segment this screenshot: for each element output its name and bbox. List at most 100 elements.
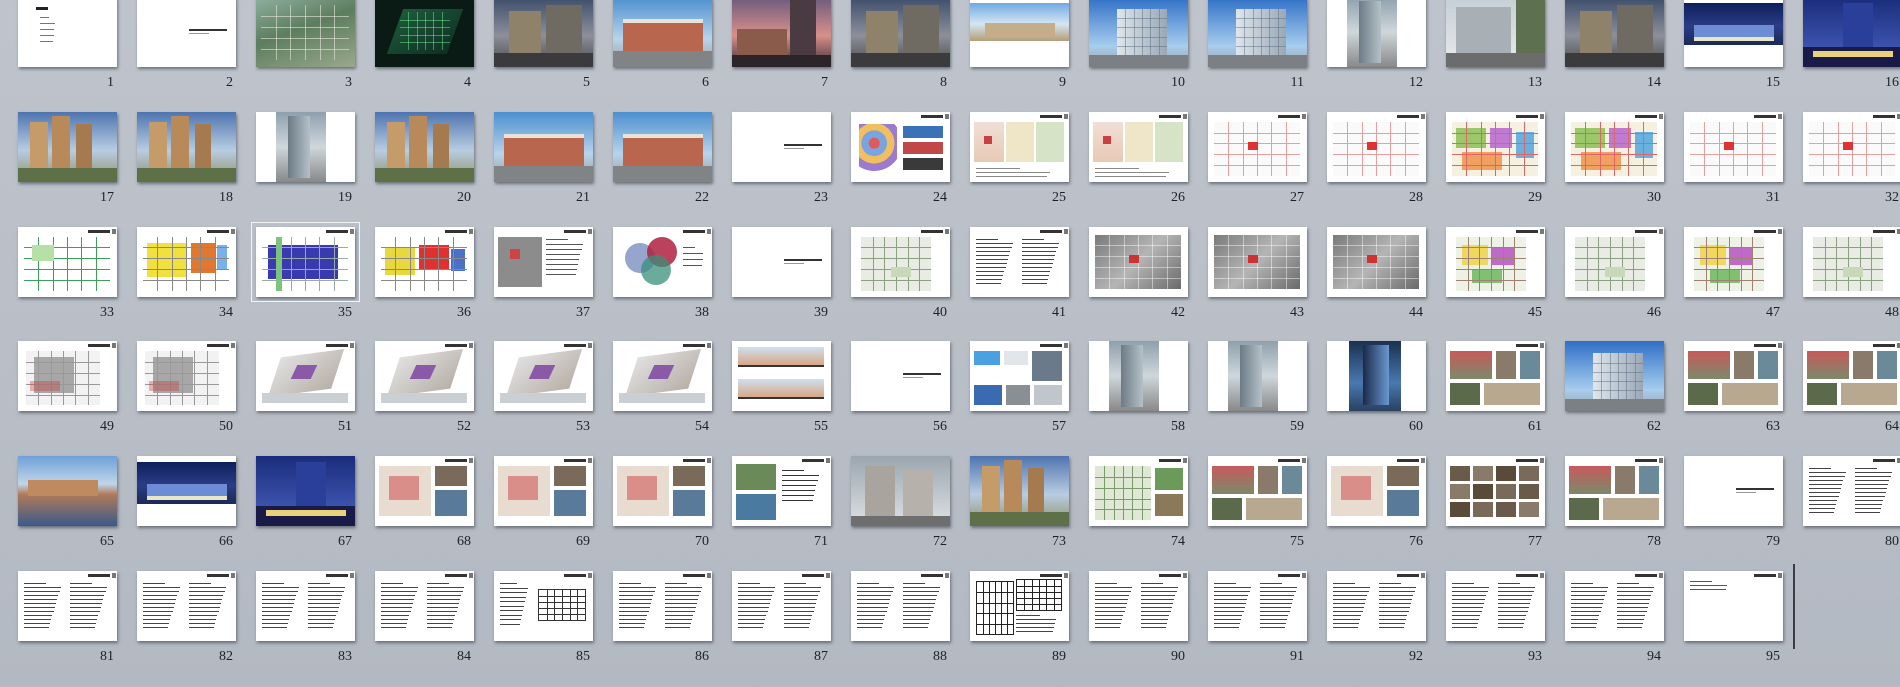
slide-thumbnail-42[interactable]: 42 (1089, 226, 1208, 331)
slide-thumbnail-85[interactable]: 85 (494, 571, 613, 675)
slide-thumbnail-94[interactable]: 94 (1565, 571, 1684, 675)
slide-thumbnail-21[interactable]: 21 (494, 111, 613, 216)
slide-thumbnail-89[interactable]: 89 (970, 571, 1089, 675)
slide-thumbnail-35[interactable]: 35 (251, 221, 375, 331)
slide-thumbnail-59[interactable]: 59 (1208, 341, 1327, 445)
slide-thumbnail-81[interactable]: 81 (18, 571, 137, 675)
slide-thumbnail-88[interactable]: 88 (851, 571, 970, 675)
slide-thumbnail-46[interactable]: 46 (1565, 226, 1684, 331)
slide-thumbnail-22[interactable]: 22 (613, 111, 732, 216)
slide-thumbnail-12[interactable]: 12 (1327, 0, 1446, 101)
slide-thumbnail-40[interactable]: 40 (851, 226, 970, 331)
slide-thumbnail-3[interactable]: 3 (256, 0, 375, 101)
slide-thumbnail-1[interactable]: 1 (18, 0, 137, 101)
slide-thumbnail-14[interactable]: 14 (1565, 0, 1684, 101)
slide-thumbnail-65[interactable]: 65 (18, 456, 137, 560)
slide-thumbnail-45[interactable]: 45 (1446, 226, 1565, 331)
slide-thumbnail-2[interactable]: 2 (137, 0, 256, 101)
slide-thumbnail-69[interactable]: 69 (494, 456, 613, 560)
slide-thumbnail-53[interactable]: 53 (494, 341, 613, 445)
slide-preview (851, 226, 950, 297)
slide-thumbnail-32[interactable]: 32 (1803, 111, 1900, 216)
slide-thumbnail-17[interactable]: 17 (18, 111, 137, 216)
slide-thumbnail-86[interactable]: 86 (613, 571, 732, 675)
slide-thumbnail-28[interactable]: 28 (1327, 111, 1446, 216)
slide-thumbnail-11[interactable]: 11 (1208, 0, 1327, 101)
slide-thumbnail-43[interactable]: 43 (1208, 226, 1327, 331)
slide-thumbnail-93[interactable]: 93 (1446, 571, 1565, 675)
slide-thumbnail-8[interactable]: 8 (851, 0, 970, 101)
slide-thumbnail-70[interactable]: 70 (613, 456, 732, 560)
slide-preview (1089, 341, 1188, 412)
slide-thumbnail-80[interactable]: 80 (1803, 456, 1900, 560)
slide-thumbnail-52[interactable]: 52 (375, 341, 494, 445)
slide-thumbnail-49[interactable]: 49 (18, 341, 137, 445)
slide-thumbnail-67[interactable]: 67 (256, 456, 375, 560)
slide-number: 63 (1766, 419, 1780, 435)
slide-thumbnail-47[interactable]: 47 (1684, 226, 1803, 331)
slide-thumbnail-4[interactable]: 4 (375, 0, 494, 101)
slide-thumbnail-95[interactable]: 95 (1684, 571, 1803, 675)
slide-thumbnail-37[interactable]: 37 (494, 226, 613, 331)
slide-thumbnail-38[interactable]: 38 (613, 226, 732, 331)
slide-thumbnail-16[interactable]: 16 (1803, 0, 1900, 101)
slide-thumbnail-87[interactable]: 87 (732, 571, 851, 675)
slide-thumbnail-75[interactable]: 75 (1208, 456, 1327, 560)
slide-thumbnail-41[interactable]: 41 (970, 226, 1089, 331)
slide-thumbnail-25[interactable]: 25 (970, 111, 1089, 216)
slide-thumbnail-24[interactable]: 24 (851, 111, 970, 216)
slide-thumbnail-27[interactable]: 27 (1208, 111, 1327, 216)
slide-thumbnail-6[interactable]: 6 (613, 0, 732, 101)
slide-thumbnail-68[interactable]: 68 (375, 456, 494, 560)
slide-thumbnail-76[interactable]: 76 (1327, 456, 1446, 560)
slide-thumbnail-44[interactable]: 44 (1327, 226, 1446, 331)
slide-thumbnail-48[interactable]: 48 (1803, 226, 1900, 331)
slide-thumbnail-57[interactable]: 57 (970, 341, 1089, 445)
slide-thumbnail-51[interactable]: 51 (256, 341, 375, 445)
slide-thumbnail-71[interactable]: 71 (732, 456, 851, 560)
slide-preview (1565, 111, 1664, 182)
slide-thumbnail-13[interactable]: 13 (1446, 0, 1565, 101)
slide-thumbnail-73[interactable]: 73 (970, 456, 1089, 560)
slide-thumbnail-9[interactable]: 9 (970, 0, 1089, 101)
slide-thumbnail-56[interactable]: 56 (851, 341, 970, 445)
slide-thumbnail-91[interactable]: 91 (1208, 571, 1327, 675)
slide-thumbnail-7[interactable]: 7 (732, 0, 851, 101)
slide-thumbnail-79[interactable]: 79 (1684, 456, 1803, 560)
slide-thumbnail-84[interactable]: 84 (375, 571, 494, 675)
slide-thumbnail-39[interactable]: 39 (732, 226, 851, 331)
slide-thumbnail-34[interactable]: 34 (137, 226, 256, 331)
slide-thumbnail-18[interactable]: 18 (137, 111, 256, 216)
slide-thumbnail-63[interactable]: 63 (1684, 341, 1803, 445)
slide-thumbnail-5[interactable]: 5 (494, 0, 613, 101)
slide-thumbnail-78[interactable]: 78 (1565, 456, 1684, 560)
slide-thumbnail-60[interactable]: 60 (1327, 341, 1446, 445)
slide-thumbnail-55[interactable]: 55 (732, 341, 851, 445)
slide-thumbnail-74[interactable]: 74 (1089, 456, 1208, 560)
slide-thumbnail-10[interactable]: 10 (1089, 0, 1208, 101)
slide-thumbnail-92[interactable]: 92 (1327, 571, 1446, 675)
slide-thumbnail-58[interactable]: 58 (1089, 341, 1208, 445)
slide-thumbnail-50[interactable]: 50 (137, 341, 256, 445)
slide-thumbnail-72[interactable]: 72 (851, 456, 970, 560)
slide-thumbnail-19[interactable]: 19 (256, 111, 375, 216)
slide-thumbnail-29[interactable]: 29 (1446, 111, 1565, 216)
slide-thumbnail-82[interactable]: 82 (137, 571, 256, 675)
slide-thumbnail-54[interactable]: 54 (613, 341, 732, 445)
slide-thumbnail-23[interactable]: 23 (732, 111, 851, 216)
slide-thumbnail-61[interactable]: 61 (1446, 341, 1565, 445)
slide-thumbnail-26[interactable]: 26 (1089, 111, 1208, 216)
slide-thumbnail-77[interactable]: 77 (1446, 456, 1565, 560)
slide-thumbnail-83[interactable]: 83 (256, 571, 375, 675)
slide-thumbnail-15[interactable]: 15 (1684, 0, 1803, 101)
slide-thumbnail-33[interactable]: 33 (18, 226, 137, 331)
slide-thumbnail-66[interactable]: 66 (137, 456, 256, 560)
slide-thumbnail-20[interactable]: 20 (375, 111, 494, 216)
slide-thumbnail-31[interactable]: 31 (1684, 111, 1803, 216)
slide-thumbnail-36[interactable]: 36 (375, 226, 494, 331)
slide-thumbnail-90[interactable]: 90 (1089, 571, 1208, 675)
slide-thumbnail-30[interactable]: 30 (1565, 111, 1684, 216)
slide-number: 51 (338, 419, 352, 435)
slide-thumbnail-62[interactable]: 62 (1565, 341, 1684, 445)
slide-thumbnail-64[interactable]: 64 (1803, 341, 1900, 445)
